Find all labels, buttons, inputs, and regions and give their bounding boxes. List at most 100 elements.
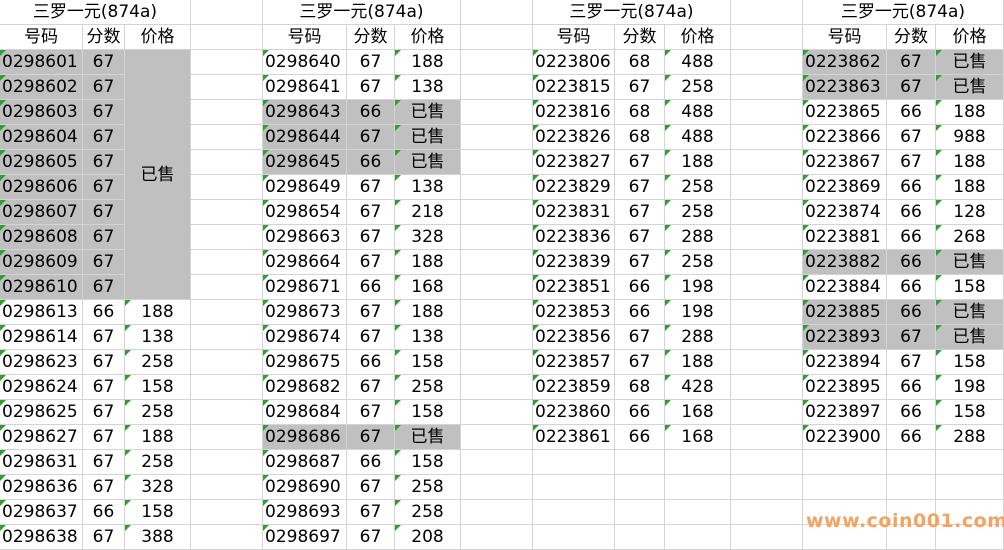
score-cell[interactable]: 66 [887,275,936,300]
sold-merged-cell[interactable]: 已售 [125,50,191,300]
price-cell[interactable]: 258 [395,375,461,400]
score-cell[interactable]: 67 [347,75,395,100]
code-cell[interactable]: 0223893 [803,325,887,350]
code-cell[interactable]: 0298623 [0,350,83,375]
code-cell[interactable]: 0223882 [803,250,887,275]
empty-cell[interactable] [191,350,263,375]
score-cell[interactable]: 67 [347,375,395,400]
empty-cell[interactable] [803,475,887,500]
price-cell[interactable]: 258 [125,400,191,425]
score-cell[interactable]: 67 [615,250,665,275]
code-cell[interactable]: 0298686 [263,425,347,450]
code-cell[interactable]: 0223867 [803,150,887,175]
price-cell[interactable]: 188 [665,150,731,175]
score-cell[interactable]: 67 [347,250,395,275]
empty-cell[interactable] [665,475,731,500]
empty-cell[interactable] [191,125,263,150]
code-cell[interactable]: 0298675 [263,350,347,375]
code-cell[interactable]: 0223885 [803,300,887,325]
code-cell[interactable]: 0298604 [0,125,83,150]
empty-cell[interactable] [731,325,803,350]
score-cell[interactable]: 67 [83,275,125,300]
code-cell[interactable]: 0298690 [263,475,347,500]
price-cell[interactable]: 已售 [395,150,461,175]
empty-cell[interactable] [731,25,803,50]
empty-cell[interactable] [461,125,533,150]
price-cell[interactable]: 138 [395,75,461,100]
code-cell[interactable]: 0298682 [263,375,347,400]
score-cell[interactable]: 67 [83,100,125,125]
empty-cell[interactable] [731,0,803,25]
score-cell[interactable]: 67 [615,150,665,175]
code-cell[interactable]: 0298664 [263,250,347,275]
score-cell[interactable]: 68 [615,50,665,75]
empty-cell[interactable] [461,250,533,275]
price-cell[interactable]: 488 [665,50,731,75]
price-cell[interactable]: 218 [395,200,461,225]
code-cell[interactable]: 0298606 [0,175,83,200]
score-cell[interactable]: 67 [347,225,395,250]
empty-cell[interactable] [461,325,533,350]
score-cell[interactable]: 66 [887,100,936,125]
code-cell[interactable]: 0223827 [533,150,615,175]
code-cell[interactable]: 0298684 [263,400,347,425]
empty-cell[interactable] [731,475,803,500]
score-cell[interactable]: 66 [615,400,665,425]
code-cell[interactable]: 0298625 [0,400,83,425]
score-cell[interactable]: 67 [83,425,125,450]
empty-cell[interactable] [461,225,533,250]
code-cell[interactable]: 0298687 [263,450,347,475]
code-cell[interactable]: 0223851 [533,275,615,300]
empty-cell[interactable] [615,450,665,475]
empty-cell[interactable] [533,450,615,475]
code-cell[interactable]: 0298608 [0,225,83,250]
price-cell[interactable]: 258 [665,200,731,225]
code-cell[interactable]: 0223869 [803,175,887,200]
code-cell[interactable]: 0298693 [263,500,347,525]
code-cell[interactable]: 0298640 [263,50,347,75]
code-cell[interactable]: 0223881 [803,225,887,250]
price-cell[interactable]: 198 [665,300,731,325]
score-cell[interactable]: 66 [347,350,395,375]
code-cell[interactable]: 0223806 [533,50,615,75]
price-cell[interactable]: 288 [936,425,1004,450]
empty-cell[interactable] [533,525,615,550]
empty-cell[interactable] [461,150,533,175]
price-cell[interactable]: 198 [936,375,1004,400]
score-cell[interactable]: 67 [615,350,665,375]
code-cell[interactable]: 0223861 [533,425,615,450]
score-cell[interactable]: 67 [83,50,125,75]
code-cell[interactable]: 0298627 [0,425,83,450]
empty-cell[interactable] [461,450,533,475]
code-cell[interactable]: 0298609 [0,250,83,275]
empty-cell[interactable] [461,400,533,425]
code-cell[interactable]: 0223865 [803,100,887,125]
empty-cell[interactable] [731,450,803,475]
price-cell[interactable]: 258 [125,450,191,475]
price-cell[interactable]: 128 [936,200,1004,225]
code-cell[interactable]: 0223853 [533,300,615,325]
empty-cell[interactable] [533,475,615,500]
score-cell[interactable]: 66 [887,250,936,275]
price-cell[interactable]: 158 [936,275,1004,300]
empty-cell[interactable] [665,450,731,475]
price-cell[interactable]: 328 [125,475,191,500]
price-cell[interactable]: 188 [125,425,191,450]
score-cell[interactable]: 67 [615,175,665,200]
score-cell[interactable]: 66 [615,275,665,300]
score-cell[interactable]: 67 [83,125,125,150]
empty-cell[interactable] [731,200,803,225]
empty-cell[interactable] [731,150,803,175]
score-cell[interactable]: 67 [83,200,125,225]
score-cell[interactable]: 66 [347,150,395,175]
price-cell[interactable]: 已售 [936,300,1004,325]
price-cell[interactable]: 288 [665,225,731,250]
score-cell[interactable]: 66 [887,400,936,425]
price-cell[interactable]: 198 [665,275,731,300]
code-cell[interactable]: 0223894 [803,350,887,375]
code-cell[interactable]: 0298654 [263,200,347,225]
empty-cell[interactable] [191,225,263,250]
score-cell[interactable]: 67 [83,150,125,175]
code-cell[interactable]: 0223884 [803,275,887,300]
empty-cell[interactable] [191,150,263,175]
